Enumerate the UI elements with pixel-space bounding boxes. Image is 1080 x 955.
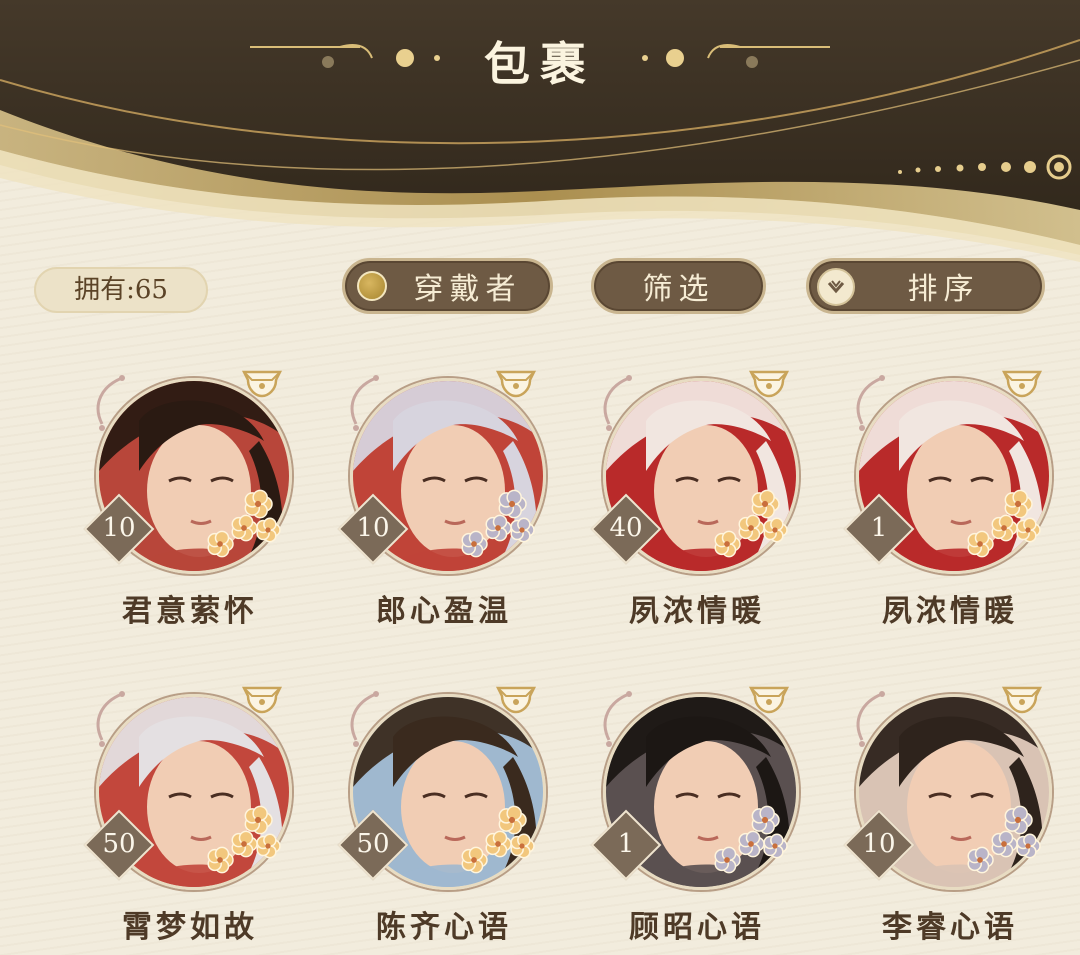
- item-card[interactable]: 10 君意萦怀: [83, 366, 298, 636]
- lock-tag-icon: [1001, 370, 1043, 398]
- level-value: 50: [356, 829, 390, 859]
- item-name: 顾昭心语: [629, 910, 765, 945]
- sort-button[interactable]: 排序: [806, 258, 1045, 314]
- lock-tag-icon: [748, 686, 790, 714]
- item-card[interactable]: 40 夙浓情暖: [590, 366, 805, 636]
- header-banner: 包裹: [0, 0, 1080, 300]
- level-value: 10: [102, 513, 136, 543]
- item-card[interactable]: 10 李睿心语: [843, 682, 1058, 952]
- lock-tag-icon: [748, 370, 790, 398]
- owned-count-label: 拥有:65: [74, 275, 168, 305]
- item-card[interactable]: 1 顾昭心语: [590, 682, 805, 952]
- sort-chevron-icon: [817, 268, 855, 306]
- owned-count: 拥有:65: [34, 267, 208, 313]
- level-value: 10: [356, 513, 390, 543]
- level-value: 40: [609, 513, 643, 543]
- item-name: 夙浓情暖: [629, 594, 765, 629]
- item-name: 郎心盈温: [376, 594, 512, 629]
- wearer-button[interactable]: 穿戴者: [342, 258, 553, 314]
- item-card[interactable]: 50 陈齐心语: [337, 682, 552, 952]
- item-card[interactable]: 10 郎心盈温: [337, 366, 552, 636]
- page-title: 包裹: [484, 37, 596, 91]
- gold-flower-icon: [461, 805, 535, 874]
- sort-button-label: 排序: [907, 272, 980, 307]
- lock-tag-icon: [241, 686, 283, 714]
- lock-tag-icon: [1001, 686, 1043, 714]
- gold-flower-icon: [207, 805, 281, 874]
- filter-button-label: 筛选: [642, 272, 715, 307]
- level-value: 1: [617, 829, 635, 859]
- lock-tag-icon: [495, 686, 537, 714]
- silver-flower-icon: [967, 805, 1041, 874]
- level-value: 1: [870, 513, 888, 543]
- item-name: 夙浓情暖: [882, 594, 1018, 629]
- gold-flower-icon: [967, 489, 1041, 558]
- item-card[interactable]: 1 夙浓情暖: [843, 366, 1058, 636]
- lock-tag-icon: [495, 370, 537, 398]
- item-name: 霄梦如故: [122, 910, 258, 945]
- gold-flower-icon: [207, 489, 281, 558]
- silver-flower-icon: [714, 805, 788, 874]
- lock-tag-icon: [241, 370, 283, 398]
- wearer-toggle-icon: [357, 271, 387, 301]
- gold-flower-icon: [714, 489, 788, 558]
- item-name: 君意萦怀: [122, 594, 258, 629]
- item-name: 陈齐心语: [376, 910, 512, 945]
- item-name: 李睿心语: [882, 910, 1018, 945]
- filter-button[interactable]: 筛选: [591, 258, 766, 314]
- level-value: 50: [102, 829, 136, 859]
- item-card[interactable]: 50 霄梦如故: [83, 682, 298, 952]
- wearer-button-label: 穿戴者: [413, 272, 522, 307]
- silver-flower-icon: [461, 489, 535, 558]
- level-value: 10: [862, 829, 896, 859]
